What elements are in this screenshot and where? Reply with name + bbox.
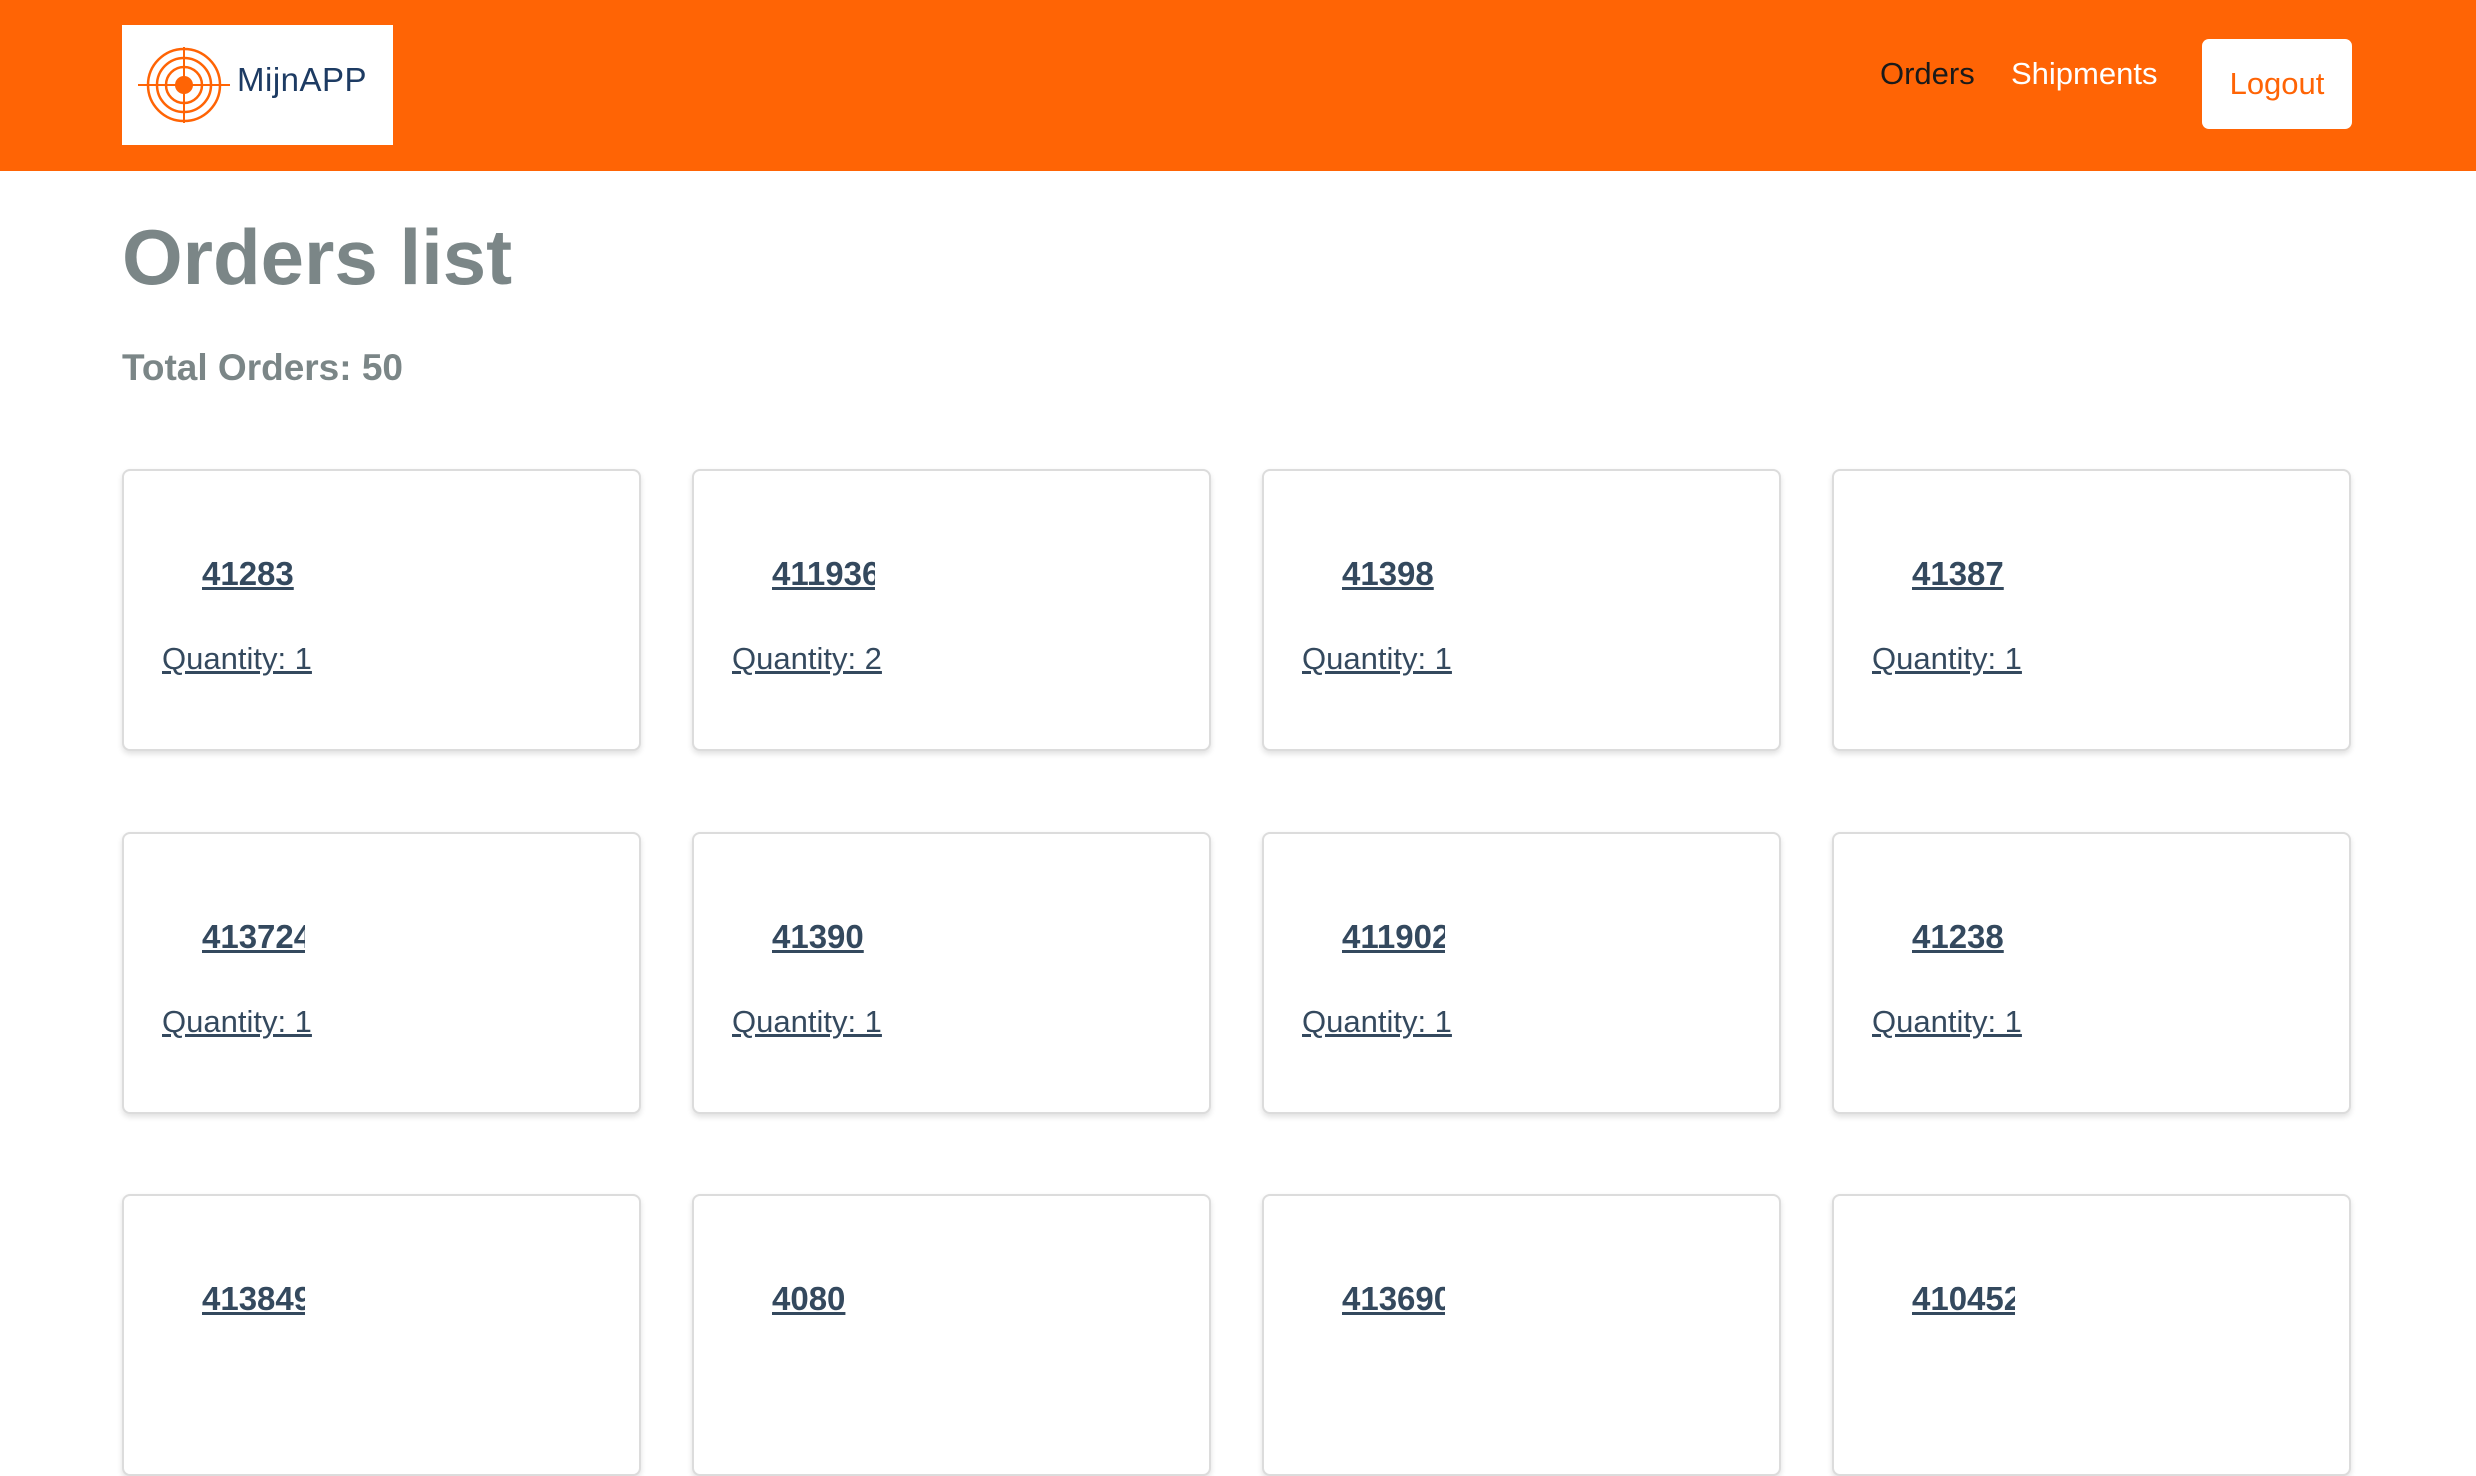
order-card[interactable]: 411936 Quantity: 2 [692, 469, 1211, 751]
order-card[interactable]: 41283 Quantity: 1 [122, 469, 641, 751]
order-card[interactable]: 413849 [122, 1194, 641, 1476]
target-logo-icon [138, 47, 230, 123]
order-id-link[interactable]: 413724 [202, 918, 305, 956]
page-title: Orders list [122, 213, 513, 301]
order-card[interactable]: 41398 Quantity: 1 [1262, 469, 1781, 751]
total-orders-count: Total Orders: 50 [122, 347, 404, 388]
order-quantity-link[interactable]: Quantity: 1 [1872, 1004, 2022, 1040]
order-quantity-link[interactable]: Quantity: 1 [1302, 1004, 1452, 1040]
order-card[interactable]: 413690 [1262, 1194, 1781, 1476]
nav-shipments-link[interactable]: Shipments [2011, 56, 2157, 92]
order-card[interactable]: 411902 Quantity: 1 [1262, 832, 1781, 1114]
app-logo[interactable]: MijnAPP [122, 25, 393, 145]
order-card[interactable]: 413724 Quantity: 1 [122, 832, 641, 1114]
order-id-link[interactable]: 411936 [772, 555, 875, 593]
order-id-link[interactable]: 413849 [202, 1280, 305, 1318]
order-quantity-link[interactable]: Quantity: 1 [162, 1004, 312, 1040]
order-card[interactable]: 4080 [692, 1194, 1211, 1476]
order-id-link[interactable]: 41283 [202, 555, 305, 593]
logo-text: MijnAPP [237, 61, 368, 98]
order-id-link[interactable]: 410452 [1912, 1280, 2015, 1318]
top-navbar: MijnAPP Orders Shipments Logout [0, 0, 2476, 171]
order-id-link[interactable]: 41398 [1342, 555, 1445, 593]
order-card[interactable]: 41387 Quantity: 1 [1832, 469, 2351, 751]
order-quantity-link[interactable]: Quantity: 1 [1302, 641, 1452, 677]
order-id-link[interactable]: 41238 [1912, 918, 2015, 956]
order-quantity-link[interactable]: Quantity: 1 [162, 641, 312, 677]
order-quantity-link[interactable]: Quantity: 1 [732, 1004, 882, 1040]
logout-button[interactable]: Logout [2202, 39, 2352, 129]
order-id-link[interactable]: 41387 [1912, 555, 2015, 593]
order-quantity-link[interactable]: Quantity: 1 [1872, 641, 2022, 677]
order-card[interactable]: 41390 Quantity: 1 [692, 832, 1211, 1114]
order-id-link[interactable]: 413690 [1342, 1280, 1445, 1318]
nav-orders-link[interactable]: Orders [1880, 56, 1975, 92]
order-card[interactable]: 41238 Quantity: 1 [1832, 832, 2351, 1114]
order-quantity-link[interactable]: Quantity: 2 [732, 641, 882, 677]
order-id-link[interactable]: 4080 [772, 1280, 875, 1318]
order-id-link[interactable]: 41390 [772, 918, 875, 956]
order-card[interactable]: 410452 [1832, 1194, 2351, 1476]
order-id-link[interactable]: 411902 [1342, 918, 1445, 956]
